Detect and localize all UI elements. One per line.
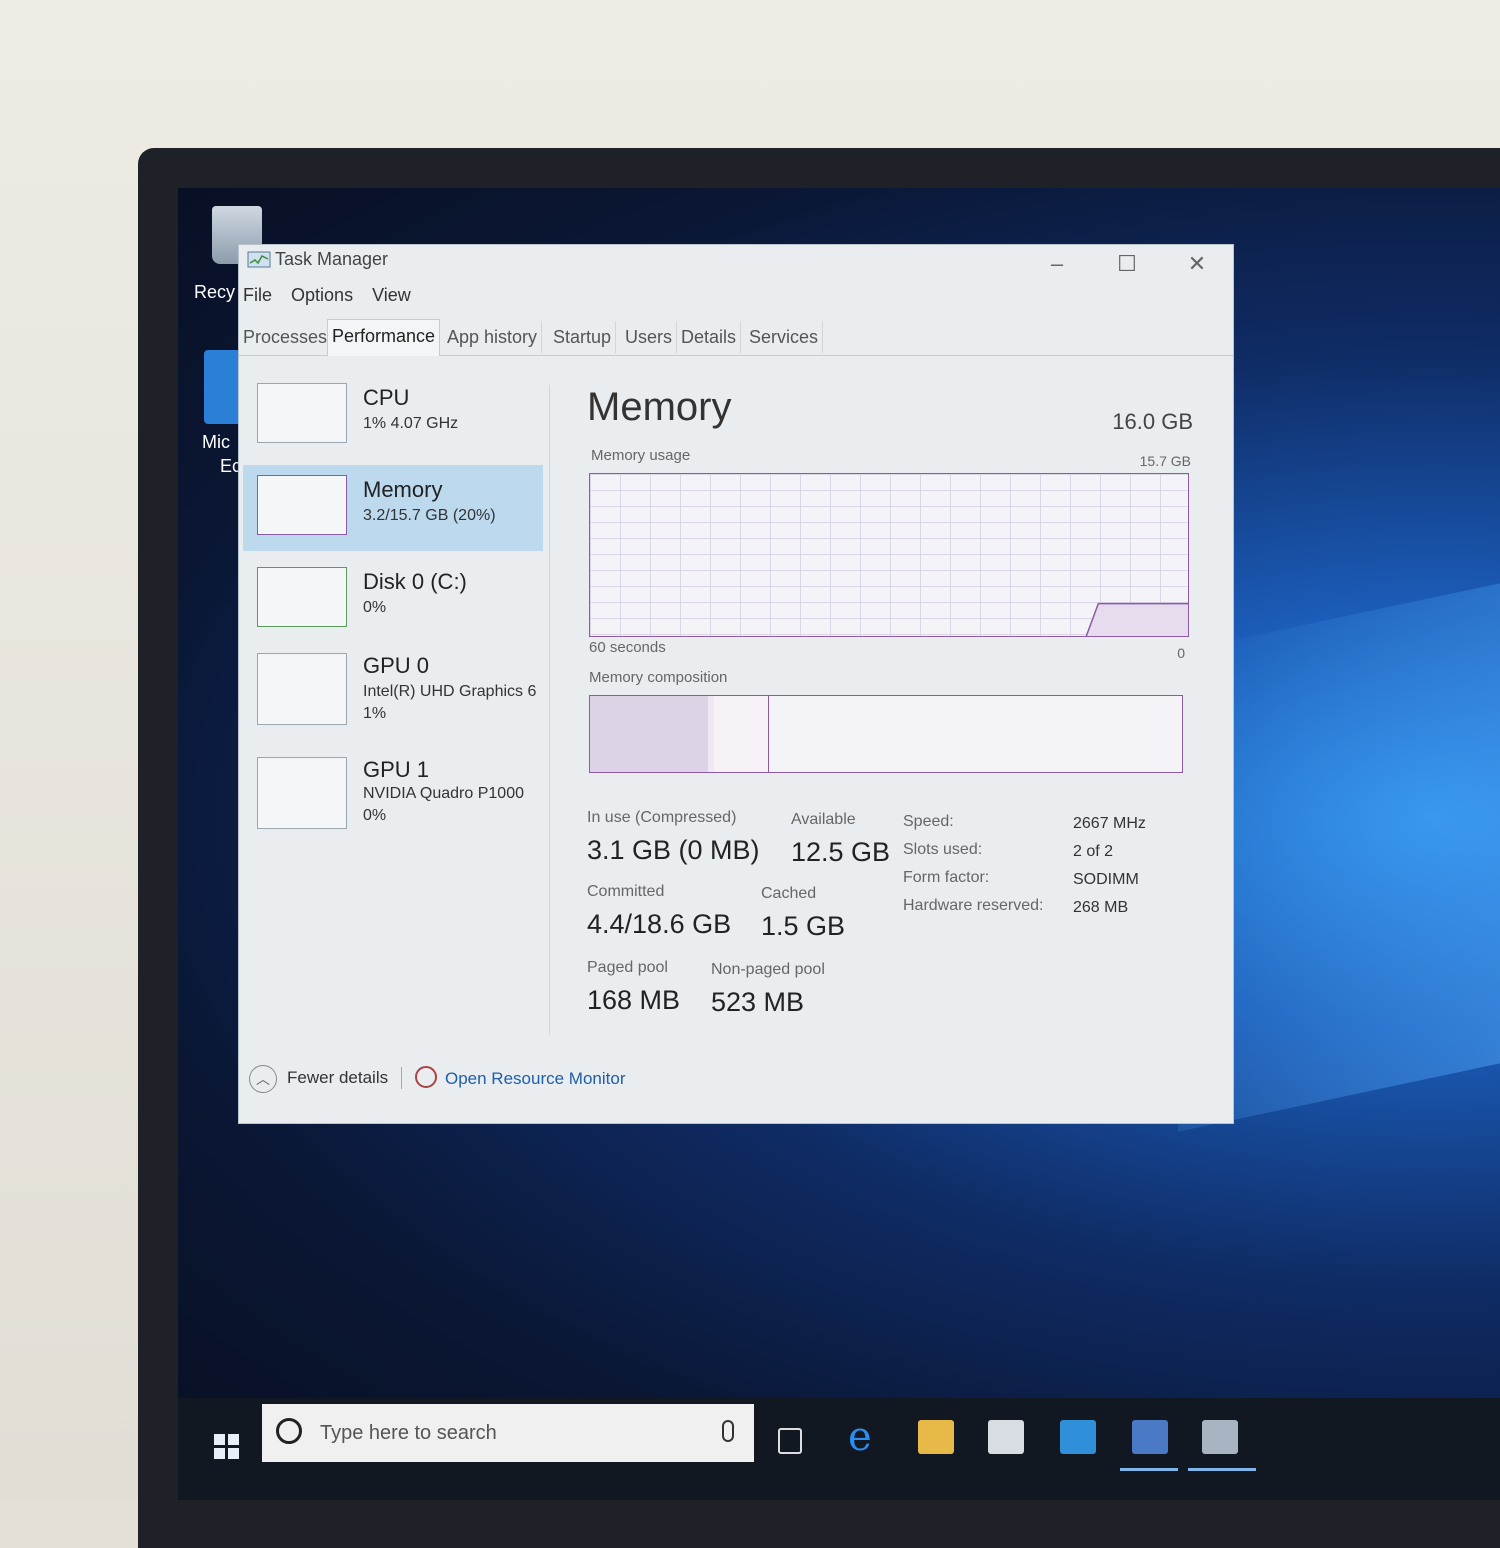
task-view-icon[interactable]: [778, 1428, 802, 1454]
hardware-reserved-label: Hardware reserved:: [903, 897, 1044, 914]
sidebar-item-memory[interactable]: Memory 3.2/15.7 GB (20%): [243, 465, 543, 551]
available-label: Available: [791, 811, 856, 828]
menu-bar: File Options View: [243, 285, 425, 311]
sidebar-item-value: 3.2/15.7 GB (20%): [363, 507, 496, 524]
microphone-icon[interactable]: [722, 1420, 734, 1442]
sidebar-item-value: NVIDIA Quadro P1000: [363, 785, 524, 802]
in-use-label: In use (Compressed): [587, 809, 737, 826]
graph-time-right: 0: [1177, 645, 1185, 661]
title-bar[interactable]: Task Manager – ☐ ✕: [239, 245, 1233, 281]
sidebar-item-cpu[interactable]: CPU 1% 4.07 GHz: [243, 373, 543, 459]
task-manager-icon: [247, 251, 271, 268]
edge-icon[interactable]: e: [848, 1417, 884, 1457]
sidebar-item-title: GPU 1: [363, 757, 430, 782]
sidebar-item-value: Intel(R) UHD Graphics 6: [363, 683, 537, 700]
search-placeholder: Type here to search: [320, 1422, 497, 1444]
taskbar-search-box[interactable]: Type here to search: [262, 1404, 754, 1462]
speed-label: Speed:: [903, 813, 954, 830]
form-factor-value: SODIMM: [1073, 871, 1139, 888]
memory-usage-svg: [1085, 602, 1188, 636]
active-app-indicator: [1188, 1468, 1256, 1471]
slots-used-label: Slots used:: [903, 841, 983, 858]
active-app-indicator: [1120, 1468, 1178, 1471]
footer-separator: [401, 1067, 402, 1089]
sidebar-divider: [549, 385, 550, 1035]
chevron-up-icon[interactable]: ︿: [249, 1065, 277, 1093]
non-paged-pool-label: Non-paged pool: [711, 961, 825, 978]
committed-value: 4.4/18.6 GB: [587, 909, 732, 939]
task-manager-icon[interactable]: [1202, 1420, 1238, 1454]
tab-processes[interactable]: Processes: [239, 321, 333, 353]
fewer-details-link[interactable]: Fewer details: [287, 1068, 388, 1088]
tab-app-history[interactable]: App history: [443, 321, 543, 353]
committed-label: Committed: [587, 883, 665, 900]
cpu-thumbnail-graph: [257, 383, 347, 443]
maximize-button[interactable]: ☐: [1107, 251, 1147, 277]
recycle-bin-label: Recy: [194, 282, 236, 302]
mail-icon[interactable]: [1060, 1420, 1096, 1454]
sidebar-item-gpu-1[interactable]: GPU 1 NVIDIA Quadro P1000 0%: [243, 753, 543, 851]
non-paged-pool-value: 523 MB: [711, 987, 805, 1017]
remote-desktop-icon[interactable]: [1132, 1420, 1168, 1454]
form-factor-label: Form factor:: [903, 869, 990, 886]
windows-start-icon[interactable]: [214, 1434, 240, 1460]
in-use-value: 3.1 GB (0 MB): [587, 835, 760, 865]
graph-time-left: 60 seconds: [589, 639, 666, 656]
minimize-button[interactable]: –: [1037, 251, 1077, 277]
sidebar-item-value-2: 0%: [363, 807, 387, 824]
paged-pool-label: Paged pool: [587, 959, 668, 976]
available-value: 12.5 GB: [791, 837, 891, 867]
sidebar-item-gpu-0[interactable]: GPU 0 Intel(R) UHD Graphics 6 1%: [243, 649, 543, 747]
memory-usage-max: 15.7 GB: [1139, 453, 1191, 469]
page-title: Memory: [587, 385, 732, 429]
task-manager-window: Task Manager – ☐ ✕ File Options View Pro…: [238, 244, 1234, 1124]
file-explorer-icon[interactable]: [918, 1420, 954, 1454]
memory-usage-label: Memory usage: [591, 447, 691, 464]
sidebar-item-value: 0%: [363, 599, 387, 616]
window-title: Task Manager: [275, 249, 389, 269]
memory-thumbnail-graph: [257, 475, 347, 535]
cortana-icon: [276, 1418, 302, 1444]
sidebar-item-value: 1% 4.07 GHz: [363, 415, 459, 432]
tab-services[interactable]: Services: [745, 321, 824, 353]
memory-usage-graph: [589, 473, 1189, 637]
tab-startup[interactable]: Startup: [549, 321, 617, 353]
close-button[interactable]: ✕: [1177, 251, 1217, 277]
sidebar-item-value-2: 1%: [363, 705, 387, 722]
memory-usage-fill: [1086, 603, 1188, 636]
tab-performance[interactable]: Performance: [327, 319, 441, 356]
disk-thumbnail-graph: [257, 567, 347, 627]
store-icon[interactable]: [988, 1420, 1024, 1454]
tab-details[interactable]: Details: [677, 321, 742, 353]
memory-total: 16.0 GB: [1112, 409, 1193, 434]
open-resource-monitor-link[interactable]: Open Resource Monitor: [445, 1069, 625, 1089]
tab-users[interactable]: Users: [621, 321, 678, 353]
memory-composition-label: Memory composition: [589, 669, 728, 686]
sidebar-item-disk[interactable]: Disk 0 (C:) 0%: [243, 557, 543, 643]
taskbar: Type here to search e: [178, 1398, 1500, 1500]
composition-in-use: [590, 696, 710, 772]
resource-sidebar: CPU 1% 4.07 GHz Memory 3.2/15.7 GB (20%)…: [239, 373, 549, 1033]
menu-file[interactable]: File: [243, 285, 272, 305]
menu-options[interactable]: Options: [291, 285, 353, 305]
sidebar-item-title: Memory: [363, 477, 443, 502]
sidebar-item-title: GPU 0: [363, 653, 430, 678]
gpu1-thumbnail-graph: [257, 757, 347, 829]
resource-monitor-icon: [415, 1066, 437, 1088]
sidebar-item-title: CPU: [363, 385, 410, 410]
tab-strip: Processes Performance App history Startu…: [239, 319, 1233, 356]
cached-label: Cached: [761, 885, 817, 902]
composition-standby: [714, 696, 769, 772]
cached-value: 1.5 GB: [761, 911, 846, 941]
speed-value: 2667 MHz: [1073, 815, 1146, 832]
gpu0-thumbnail-graph: [257, 653, 347, 725]
paged-pool-value: 168 MB: [587, 985, 681, 1015]
slots-used-value: 2 of 2: [1073, 843, 1114, 860]
memory-composition-bar: [589, 695, 1183, 773]
sidebar-item-title: Disk 0 (C:): [363, 569, 467, 594]
menu-view[interactable]: View: [372, 285, 411, 305]
edge-shortcut-label: Mic: [202, 432, 230, 452]
hardware-reserved-value: 268 MB: [1073, 899, 1129, 916]
